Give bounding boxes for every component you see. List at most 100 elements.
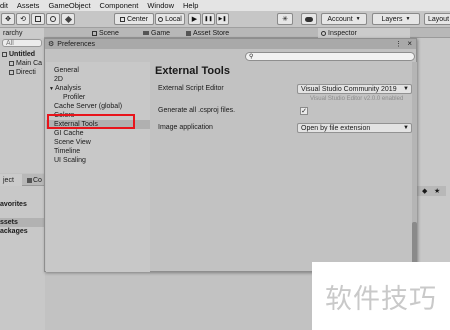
account-label: Account xyxy=(327,15,353,23)
game-tab-label: Game xyxy=(151,29,171,37)
transform-tool-button[interactable] xyxy=(46,13,60,25)
gear-icon: ⚙ xyxy=(48,41,55,48)
inspector-tab-label: Inspector xyxy=(328,29,357,37)
asset-store-tab-label: Asset Store xyxy=(193,29,230,37)
script-editor-dropdown[interactable]: Visual Studio Community 2019 ▼ xyxy=(297,84,412,94)
menu-edit[interactable]: dit xyxy=(0,1,8,10)
nav-item-timeline[interactable]: Timeline xyxy=(54,147,80,156)
play-icon: ▶ xyxy=(191,16,198,23)
move-tool-button[interactable]: ✥ xyxy=(1,13,15,25)
generate-csproj-checkbox[interactable]: ✓ xyxy=(300,107,308,115)
preferences-scrollbar[interactable] xyxy=(412,62,417,272)
game-icon xyxy=(143,31,149,35)
console-tab-label: Co xyxy=(33,176,42,184)
project-panel: ject Co avorites ssets ackages xyxy=(0,174,45,330)
nav-item-label: 2D xyxy=(54,76,63,83)
layers-label: Layers xyxy=(381,15,403,23)
star-icon[interactable]: ★ xyxy=(434,187,440,195)
hierarchy-item-label: Untitled xyxy=(9,51,36,58)
project-favorites[interactable]: avorites xyxy=(0,200,27,209)
menu-help[interactable]: Help xyxy=(183,1,198,10)
hierarchy-search-placeholder: All xyxy=(6,39,14,47)
hierarchy-search[interactable]: All xyxy=(2,39,42,47)
cube-icon xyxy=(9,61,14,66)
project-tab-label: ject xyxy=(3,176,14,184)
pivot-local-button[interactable]: Local xyxy=(155,13,185,25)
nav-item-cache-server[interactable]: Cache Server (global) xyxy=(54,102,122,111)
account-dropdown[interactable]: Account ▼ xyxy=(321,13,367,25)
tab-asset-store[interactable]: Asset Store xyxy=(183,28,253,38)
pause-button[interactable]: ❚❚ xyxy=(202,13,215,25)
script-editor-label: External Script Editor xyxy=(158,85,224,92)
tab-inspector[interactable]: Inspector xyxy=(318,28,410,38)
rect-icon xyxy=(35,16,41,22)
nav-item-2d[interactable]: 2D xyxy=(54,75,63,84)
scene-root-icon xyxy=(2,52,7,57)
window-menu-icon[interactable]: ⋮ xyxy=(395,40,402,48)
hierarchy-item-untitled[interactable]: Untitled xyxy=(2,50,35,59)
search-icon: ⚲ xyxy=(249,54,254,60)
collab-button[interactable]: ✳ xyxy=(277,13,293,25)
nav-item-ui-scaling[interactable]: UI Scaling xyxy=(54,156,86,165)
preferences-dialog: ⚙ Preferences ⋮ × ⚲ General 2D ▼ Analysis… xyxy=(44,38,417,272)
chevron-down-icon: ▼ xyxy=(403,86,409,92)
hierarchy-item-label: Main Ca xyxy=(16,60,43,67)
assets-label: ssets xyxy=(0,219,18,226)
nav-item-label: Profiler xyxy=(63,94,86,101)
hierarchy-item-directional-light[interactable]: Directi xyxy=(9,68,36,77)
checkmark-icon: ✓ xyxy=(301,108,307,115)
menu-assets[interactable]: Assets xyxy=(17,1,40,10)
project-packages[interactable]: ackages xyxy=(0,227,28,236)
preferences-title: Preferences xyxy=(57,40,96,48)
layers-dropdown[interactable]: Layers ▼ xyxy=(372,13,420,25)
nav-item-label: Cache Server (global) xyxy=(54,103,123,110)
hierarchy-panel: All Untitled Main Ca Directi xyxy=(0,38,45,173)
tab-hierarchy[interactable]: rarchy xyxy=(0,28,44,38)
custom-tool-button[interactable] xyxy=(61,13,75,25)
preferences-search-input[interactable]: ⚲ xyxy=(245,52,415,61)
inspector-toolbar: ◆ ★ xyxy=(416,186,446,196)
wrench-icon xyxy=(64,15,72,23)
chevron-down-icon: ▼ xyxy=(49,85,54,92)
close-icon[interactable]: × xyxy=(407,39,412,48)
nav-item-scene-view[interactable]: Scene View xyxy=(54,138,91,147)
image-application-label: Image application xyxy=(158,124,213,131)
center-label: Center xyxy=(126,15,148,23)
nav-item-profiler[interactable]: Profiler xyxy=(63,93,85,102)
nav-item-gi-cache[interactable]: GI Cache xyxy=(54,129,84,138)
cloud-icon xyxy=(305,16,313,22)
hierarchy-item-main-camera[interactable]: Main Ca xyxy=(9,59,42,68)
cloud-button[interactable] xyxy=(301,13,317,25)
menu-window[interactable]: Window xyxy=(147,1,174,10)
preferences-nav: General 2D ▼ Analysis Profiler Cache Serv… xyxy=(46,62,150,272)
watermark: 软件技巧 xyxy=(312,262,450,330)
nav-item-label: GI Cache xyxy=(54,130,84,137)
image-application-dropdown[interactable]: Open by file extension ▼ xyxy=(297,123,412,133)
play-button[interactable]: ▶ xyxy=(188,13,201,25)
tab-console[interactable]: Co xyxy=(24,174,45,186)
nav-item-label: Scene View xyxy=(54,139,91,146)
local-icon xyxy=(158,16,164,22)
favorites-label: avorites xyxy=(0,201,27,208)
layout-label: Layout xyxy=(428,15,450,23)
lock-icon[interactable]: ◆ xyxy=(422,187,427,195)
project-tabs: ject Co xyxy=(0,174,45,186)
nav-item-analysis[interactable]: ▼ Analysis xyxy=(49,84,81,93)
menu-component[interactable]: Component xyxy=(100,1,139,10)
tab-scene[interactable]: Scene xyxy=(89,28,145,38)
rotate-tool-button[interactable]: ⟲ xyxy=(16,13,30,25)
layout-dropdown[interactable]: Layout xyxy=(424,13,450,25)
nav-item-general[interactable]: General xyxy=(54,66,79,75)
project-assets[interactable]: ssets xyxy=(0,218,45,227)
pivot-icon xyxy=(119,16,125,22)
tab-project[interactable]: ject xyxy=(0,174,22,186)
image-application-value: Open by file extension xyxy=(301,124,371,132)
step-button[interactable]: ▶❚ xyxy=(216,13,229,25)
generate-csproj-label: Generate all .csproj files. xyxy=(158,107,236,114)
rect-tool-button[interactable] xyxy=(31,13,45,25)
pivot-center-button[interactable]: Center xyxy=(114,13,154,25)
tab-strip: rarchy Scene Game Asset Store Inspector xyxy=(0,28,450,38)
chevron-down-icon: ▼ xyxy=(403,125,409,131)
sun-icon: ✳ xyxy=(282,16,288,23)
menu-gameobject[interactable]: GameObject xyxy=(48,1,90,10)
